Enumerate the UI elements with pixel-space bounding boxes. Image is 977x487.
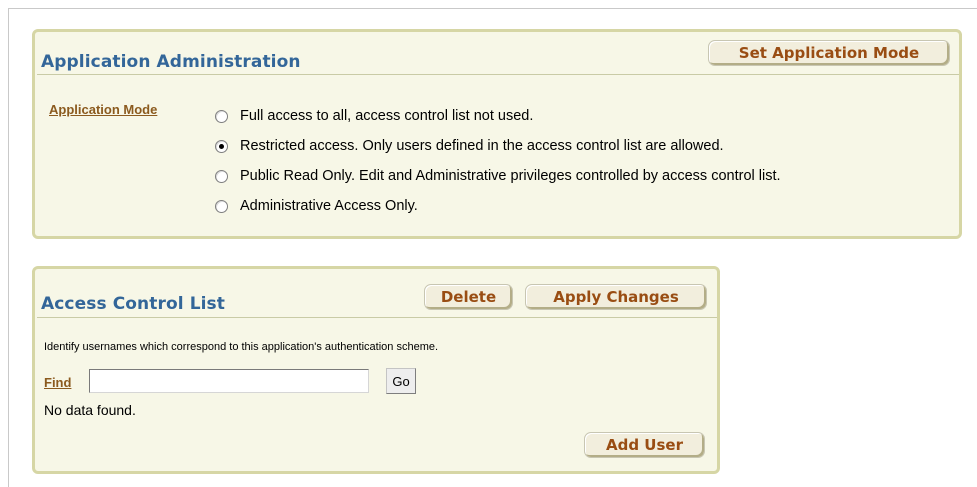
mode-option-label: Public Read Only. Edit and Administrativ… [240,168,781,184]
mode-option-label: Administrative Access Only. [240,198,418,214]
instructions-text: Identify usernames which correspond to t… [44,341,439,353]
page-frame-top [8,8,977,9]
region-title-rule [37,74,959,75]
delete-button[interactable]: Delete [424,284,513,310]
no-data-message: No data found. [44,402,136,418]
access-control-list-region: Access Control List Delete Apply Changes… [32,266,720,474]
mode-option-restricted[interactable]: Restricted access. Only users defined in… [215,138,724,154]
application-administration-region: Application Administration Set Applicati… [32,29,962,239]
apply-changes-button[interactable]: Apply Changes [525,284,707,310]
region-title-rule [37,317,717,318]
page-frame-left [8,8,9,487]
find-label[interactable]: Find [44,375,71,390]
radio-button[interactable] [215,109,228,123]
mode-option-full[interactable]: Full access to all, access control list … [215,108,533,124]
radio-button[interactable] [215,199,228,213]
application-mode-label[interactable]: Application Mode [49,102,157,117]
find-input[interactable] [89,369,369,393]
set-application-mode-button[interactable]: Set Application Mode [708,40,950,66]
mode-option-label: Restricted access. Only users defined in… [240,138,724,154]
mode-option-label: Full access to all, access control list … [240,108,534,124]
add-user-button[interactable]: Add User [584,432,705,458]
region-title: Access Control List [41,294,225,314]
radio-button[interactable] [215,169,228,183]
region-title: Application Administration [41,52,301,72]
radio-button-checked[interactable] [215,139,228,153]
go-button[interactable]: Go [386,368,416,394]
mode-option-admin-only[interactable]: Administrative Access Only. [215,198,418,214]
mode-option-public-read-only[interactable]: Public Read Only. Edit and Administrativ… [215,168,781,184]
